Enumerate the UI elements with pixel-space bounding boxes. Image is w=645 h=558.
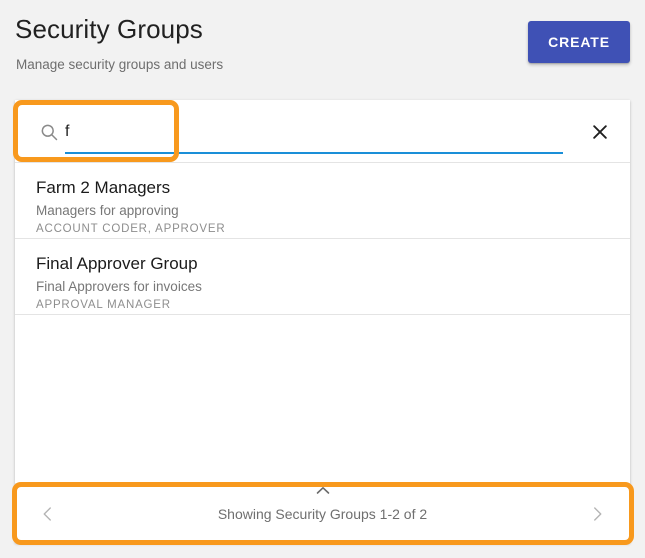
group-description: Managers for approving [36, 203, 179, 218]
security-groups-list: Farm 2 Managers Managers for approving A… [15, 163, 630, 483]
search-underline [65, 152, 563, 154]
group-name: Final Approver Group [36, 254, 198, 273]
create-button[interactable]: CREATE [528, 21, 630, 63]
next-page-button[interactable] [581, 498, 613, 530]
group-name: Farm 2 Managers [36, 178, 171, 197]
search-row [15, 100, 630, 163]
group-description: Final Approvers for invoices [36, 279, 202, 294]
search-icon [39, 122, 59, 142]
more-vertical-icon[interactable] [588, 185, 618, 217]
group-roles: APPROVAL MANAGER [36, 299, 171, 311]
group-roles: ACCOUNT CODER, APPROVER [36, 223, 226, 235]
pagination-bar: Showing Security Groups 1-2 of 2 [15, 483, 630, 543]
list-item[interactable]: Farm 2 Managers Managers for approving A… [15, 163, 630, 239]
security-groups-card: Farm 2 Managers Managers for approving A… [15, 100, 630, 543]
pagination-label: Showing Security Groups 1-2 of 2 [217, 506, 428, 522]
page-title: Security Groups [15, 14, 203, 44]
search-input[interactable] [65, 119, 563, 145]
clear-search-button[interactable] [586, 118, 614, 146]
more-vertical-icon[interactable] [588, 261, 618, 293]
page-header: Security Groups Manage security groups a… [0, 0, 645, 92]
list-item[interactable]: Final Approver Group Final Approvers for… [15, 239, 630, 315]
page-subtitle: Manage security groups and users [16, 57, 224, 72]
chevron-up-icon[interactable] [15, 486, 630, 496]
